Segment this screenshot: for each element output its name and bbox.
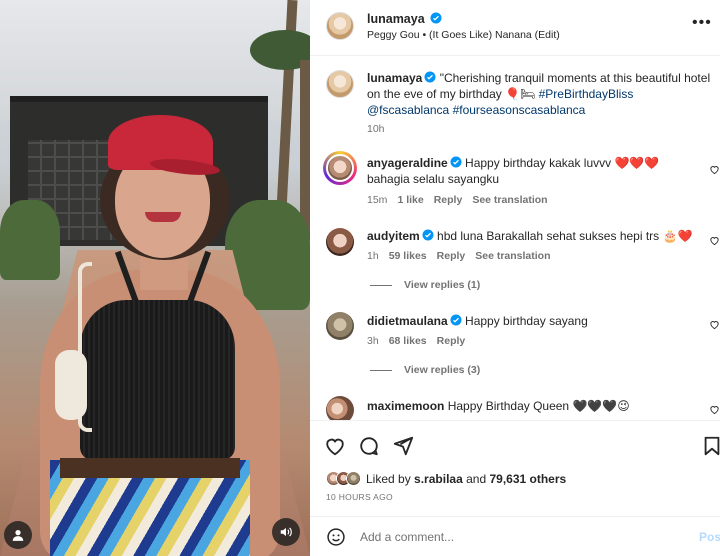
bookmark-icon[interactable] [701, 435, 720, 457]
caption-time[interactable]: 10h [367, 123, 385, 135]
likes-count[interactable]: 79,631 others [489, 472, 566, 486]
author-username[interactable]: lunamaya [367, 12, 425, 26]
liker-avatar [346, 471, 361, 486]
skirt-waistband [60, 458, 240, 478]
comment-like-heart-icon[interactable] [709, 164, 720, 175]
avatar[interactable] [326, 12, 354, 40]
divider [370, 369, 392, 371]
verified-badge-icon [424, 71, 436, 83]
likes-summary: Liked by s.rabilaa and 79,631 others [326, 471, 566, 486]
post-comment-button[interactable]: Post [699, 530, 720, 544]
comment-likes[interactable]: 68 likes [389, 335, 427, 347]
comment: audyitem hbd luna Barakallah sehat sukse… [367, 228, 697, 244]
heart-outline-icon[interactable] [324, 435, 346, 457]
smiley-icon[interactable] [326, 527, 346, 547]
speech-bubble-icon[interactable] [358, 435, 380, 457]
post-details-panel: lunamaya Peggy Gou • (It Goes Like) Nana… [310, 0, 720, 556]
post-author[interactable]: lunamaya [367, 12, 442, 26]
reply-button[interactable]: Reply [437, 250, 466, 262]
person-smile [145, 212, 181, 222]
avatar[interactable] [326, 154, 354, 182]
comment-like-heart-icon[interactable] [709, 404, 720, 415]
verified-badge-icon [450, 314, 462, 326]
post-date[interactable]: 10 HOURS AGO [326, 492, 393, 502]
view-replies-button[interactable]: View replies (3) [370, 364, 480, 376]
post-caption: lunamaya "Cherishing tranquil moments at… [367, 70, 712, 118]
sound-toggle-button[interactable] [272, 518, 300, 546]
likes-text[interactable]: Liked by s.rabilaa and 79,631 others [366, 472, 566, 486]
comment-username[interactable]: didietmaulana [367, 314, 448, 328]
comment: anyageraldine Happy birthday kakak luvvv… [367, 155, 697, 187]
reply-button[interactable]: Reply [434, 194, 463, 206]
audio-track[interactable]: Peggy Gou • (It Goes Like) Nanana (Edit) [367, 29, 560, 41]
user-tags-button[interactable] [4, 521, 32, 549]
divider [370, 284, 392, 286]
view-replies-label[interactable]: View replies (1) [404, 279, 480, 291]
avatar[interactable] [326, 312, 354, 340]
avatar[interactable] [326, 70, 354, 98]
post-actions: Liked by s.rabilaa and 79,631 others 10 … [310, 420, 720, 556]
verified-badge-icon [422, 229, 434, 241]
hedge [0, 200, 60, 280]
comment-meta: 1h 59 likes Reply See translation [367, 250, 551, 262]
avatar[interactable] [326, 228, 354, 256]
likes-prefix: Liked by [366, 471, 411, 486]
hashtag-link[interactable]: #PreBirthdayBliss [539, 87, 634, 101]
comment: didietmaulana Happy birthday sayang [367, 313, 697, 329]
comment-like-heart-icon[interactable] [709, 235, 720, 246]
comment-meta: 3h 68 likes Reply [367, 335, 465, 347]
see-translation-button[interactable]: See translation [472, 194, 547, 206]
palm-trunk [300, 60, 310, 240]
comment-like-heart-icon[interactable] [709, 319, 720, 330]
comment-username[interactable]: audyitem [367, 229, 420, 243]
comment-input[interactable]: Add a comment... [360, 530, 454, 544]
paper-plane-icon[interactable] [392, 435, 414, 457]
mention-link[interactable]: @fscasablanca [367, 103, 449, 117]
post-photo[interactable] [0, 0, 310, 556]
comment-time[interactable]: 3h [367, 335, 379, 347]
caption-username[interactable]: lunamaya [367, 71, 422, 85]
hashtag-link[interactable]: #fourseasonscasablanca [453, 103, 586, 117]
comment: maximemoon Happy Birthday Queen 🖤🖤🖤😉 [367, 398, 697, 414]
comment-time[interactable]: 1h [367, 250, 379, 262]
comment-username[interactable]: anyageraldine [367, 156, 448, 170]
comment-meta: 15m 1 like Reply See translation [367, 194, 548, 206]
white-bag [55, 350, 87, 420]
see-translation-button[interactable]: See translation [475, 250, 550, 262]
comment-text: Happy birthday sayang [465, 314, 588, 328]
view-replies-button[interactable]: View replies (1) [370, 279, 480, 291]
speaker-icon [280, 527, 292, 537]
verified-badge-icon [430, 12, 442, 24]
comment-text: hbd luna Barakallah sehat sukses hepi tr… [437, 229, 693, 243]
verified-badge-icon [450, 156, 462, 168]
comment-likes[interactable]: 59 likes [389, 250, 427, 262]
likes-and: and [466, 471, 487, 486]
person-icon [12, 530, 24, 541]
black-top [80, 300, 235, 460]
comment-time[interactable]: 15m [367, 194, 387, 206]
liker-username[interactable]: s.rabilaa [414, 472, 463, 486]
view-replies-label[interactable]: View replies (3) [404, 364, 480, 376]
comment-likes[interactable]: 1 like [397, 194, 423, 206]
reply-button[interactable]: Reply [437, 335, 466, 347]
post-header: lunamaya Peggy Gou • (It Goes Like) Nana… [310, 0, 720, 56]
comment-username[interactable]: maximemoon [367, 399, 444, 413]
add-comment-bar: Add a comment... Post [310, 516, 720, 556]
more-options-button[interactable]: ••• [692, 14, 712, 32]
comment-text: Happy Birthday Queen 🖤🖤🖤😉 [447, 399, 630, 413]
